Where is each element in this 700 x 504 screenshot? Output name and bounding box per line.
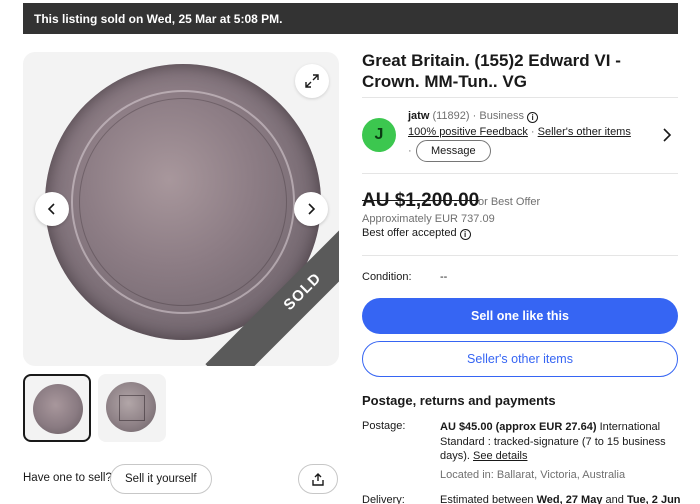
seller-info: jatw (11892) · Business i	[408, 110, 539, 123]
have-one-to-sell-label: Have one to sell?	[23, 472, 112, 484]
thumbnail-1[interactable]	[23, 374, 91, 442]
seller-name[interactable]: jatw	[408, 110, 429, 122]
expand-image-button[interactable]	[295, 64, 329, 98]
condition-label: Condition:	[362, 271, 412, 283]
delivery-end: Tue, 2 Jun	[626, 494, 681, 504]
postage-section-title: Postage, returns and payments	[362, 393, 556, 408]
seller-links: 100% positive Feedback · Seller's other …	[408, 126, 631, 138]
sell-one-like-this-button[interactable]: Sell one like this	[362, 298, 678, 334]
delivery-prefix: Estimated between	[440, 494, 534, 504]
seller-type: · Business	[472, 110, 524, 122]
delivery-start: Wed, 27 May	[536, 494, 603, 504]
info-icon[interactable]: i	[459, 229, 471, 240]
separator-dot: ·	[530, 126, 535, 138]
thumbnail-coin-image	[33, 384, 83, 434]
share-icon	[312, 472, 324, 486]
chevron-left-icon	[47, 203, 55, 215]
image-gallery[interactable]: SOLD	[23, 52, 339, 366]
offer-accepted-label: Best offer accepted i	[362, 227, 471, 240]
thumbnail-coin-image	[106, 382, 156, 432]
seller-feedback-count: (11892)	[432, 110, 470, 122]
sell-it-yourself-button[interactable]: Sell it yourself	[110, 464, 212, 494]
approx-value: EUR 737.09	[434, 213, 495, 225]
message-seller-button[interactable]: Message	[416, 140, 491, 162]
sold-ribbon: SOLD	[175, 202, 339, 366]
divider	[362, 255, 678, 256]
seller-other-items-button[interactable]: Seller's other items	[362, 341, 678, 377]
divider	[362, 97, 678, 98]
postage-label: Postage:	[362, 420, 406, 432]
item-location: Located in: Ballarat, Victoria, Australi…	[440, 469, 626, 481]
share-button[interactable]	[298, 464, 338, 494]
divider	[362, 173, 678, 174]
postage-amount: AU $45.00 (approx EUR 27.64)	[440, 421, 597, 433]
see-details-link[interactable]: See details	[473, 450, 527, 462]
listing-title: Great Britain. (155)2 Edward VI - Crown.…	[362, 51, 621, 91]
seller-other-items-link[interactable]: Seller's other items	[538, 126, 631, 138]
previous-image-button[interactable]	[35, 192, 69, 226]
postage-details: AU $45.00 (approx EUR 27.64) Internation…	[440, 420, 676, 464]
delivery-estimate: Estimated between Wed, 27 May and Tue, 2…	[440, 494, 681, 504]
chevron-right-icon[interactable]	[662, 128, 672, 142]
expand-icon	[305, 74, 319, 88]
thumbnail-2[interactable]	[98, 374, 166, 442]
info-icon[interactable]: i	[527, 112, 539, 123]
positive-feedback-link[interactable]: 100% positive Feedback	[408, 126, 528, 138]
separator-dot: ·	[408, 145, 412, 157]
approximate-price: Approximately EUR 737.09	[362, 213, 495, 225]
sold-banner: This listing sold on Wed, 25 Mar at 5:08…	[23, 3, 678, 34]
condition-value: --	[440, 271, 448, 283]
sold-ribbon-label: SOLD	[205, 202, 339, 366]
offer-accepted-text: Best offer accepted	[362, 227, 457, 239]
delivery-label: Delivery:	[362, 494, 405, 504]
approx-prefix: Approximately	[362, 213, 432, 225]
seller-avatar[interactable]: J	[362, 118, 396, 152]
or-best-offer-label: or Best Offer	[478, 196, 541, 208]
delivery-and: and	[605, 494, 624, 504]
price: AU $1,200.00	[362, 190, 480, 211]
